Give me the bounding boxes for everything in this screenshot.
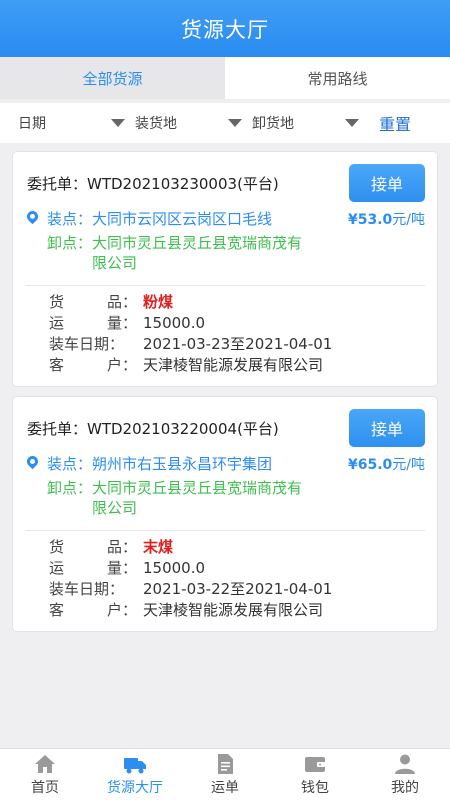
loading-date-key: 装车日期： (49, 335, 125, 353)
quantity-value: 15000.0 (143, 559, 206, 577)
divider (25, 285, 425, 286)
load-point: 装点：朔州市右玉县永昌环宇集团 (47, 455, 273, 473)
price: ¥65.0元/吨 (348, 454, 425, 474)
user-icon (395, 754, 415, 774)
order-number: 委托单：WTD202103220004(平台) (27, 419, 279, 438)
price: ¥53.0元/吨 (348, 209, 425, 229)
date-filter-label: 日期 (18, 116, 46, 132)
quantity-row: 运 量： 15000.0 (25, 313, 425, 334)
filter-bar: 日期 装货地 卸货地 重置 (0, 103, 450, 143)
wallet-icon (305, 756, 325, 772)
order-list: 委托单：WTD202103230003(平台) 接单 装点：大同市云冈区云岗区口… (0, 143, 450, 632)
unload-point: 卸点： 大同市灵丘县灵丘县宽瑞商茂有限公司 (47, 233, 425, 273)
price-value: ¥65.0 (347, 457, 393, 473)
location-pin-icon (24, 453, 41, 470)
source-tabs: 全部货源 常用路线 (0, 57, 450, 99)
load-place-filter-label: 装货地 (135, 116, 177, 132)
customer-row: 客 户： 天津棱智能源发展有限公司 (25, 355, 425, 376)
tabbar-cargo-hall[interactable]: 货源大厅 (90, 749, 180, 800)
customer-value: 天津棱智能源发展有限公司 (143, 356, 324, 374)
goods-value: 粉煤 (143, 293, 174, 311)
customer-row: 客 户： 天津棱智能源发展有限公司 (25, 600, 425, 621)
date-filter[interactable]: 日期 (18, 113, 135, 133)
goods-key-2: 品： (106, 538, 137, 556)
goods-value: 末煤 (143, 538, 174, 556)
goods-row: 货 品： 粉煤 (25, 292, 425, 313)
customer-key-1: 客 (49, 356, 65, 374)
document-icon (218, 753, 233, 774)
price-unit: 元/吨 (392, 212, 425, 228)
tab-common-routes[interactable]: 常用路线 (225, 57, 450, 99)
loading-date-key: 装车日期： (49, 580, 125, 598)
route-info: 装点：大同市云冈区云岗区口毛线 ¥53.0元/吨 卸点： 大同市灵丘县灵丘县宽瑞… (24, 208, 425, 273)
tabbar-waybill[interactable]: 运单 (180, 749, 270, 800)
quantity-row: 运 量： 15000.0 (25, 558, 425, 579)
goods-row: 货 品： 末煤 (25, 537, 425, 558)
truck-icon (124, 757, 146, 773)
qty-key-1: 运 (49, 559, 65, 577)
customer-value: 天津棱智能源发展有限公司 (143, 601, 324, 619)
price-unit: 元/吨 (392, 457, 425, 473)
dropdown-arrow-icon (111, 119, 125, 127)
quantity-value: 15000.0 (143, 314, 206, 332)
loading-date-row: 装车日期： 2021-03-22至2021-04-01 (25, 579, 425, 600)
accept-order-button[interactable]: 接单 (349, 409, 425, 447)
bottom-tab-bar: 首页 货源大厅 运单 钱包 我的 (0, 748, 450, 800)
dropdown-arrow-icon (228, 119, 242, 127)
tabbar-mine[interactable]: 我的 (360, 749, 450, 800)
tabbar-home-label: 首页 (31, 779, 59, 796)
unload-place-filter[interactable]: 卸货地 (252, 113, 369, 133)
unload-label: 卸点： (47, 234, 93, 252)
customer-key-2: 户： (106, 601, 137, 619)
loading-date-value: 2021-03-22至2021-04-01 (143, 580, 333, 598)
accept-order-button[interactable]: 接单 (349, 164, 425, 202)
tabbar-wallet-label: 钱包 (301, 779, 329, 796)
tabbar-waybill-label: 运单 (211, 779, 239, 796)
qty-key-2: 量： (106, 559, 137, 577)
unload-address: 大同市灵丘县灵丘县宽瑞商茂有限公司 (92, 479, 303, 517)
home-icon (35, 754, 55, 773)
reset-button[interactable]: 重置 (379, 111, 411, 135)
tabbar-home[interactable]: 首页 (0, 749, 90, 800)
qty-key-1: 运 (49, 314, 65, 332)
order-number: 委托单：WTD202103230003(平台) (27, 174, 279, 193)
tabbar-cargo-hall-label: 货源大厅 (107, 779, 163, 796)
goods-key-2: 品： (106, 293, 137, 311)
loading-date-row: 装车日期： 2021-03-23至2021-04-01 (25, 334, 425, 355)
dropdown-arrow-icon (345, 119, 359, 127)
goods-key-1: 货 (49, 293, 65, 311)
unload-point: 卸点： 大同市灵丘县灵丘县宽瑞商茂有限公司 (47, 478, 425, 518)
tab-all-sources[interactable]: 全部货源 (0, 57, 225, 99)
qty-key-2: 量： (106, 314, 137, 332)
unload-address: 大同市灵丘县灵丘县宽瑞商茂有限公司 (92, 234, 303, 272)
load-place-filter[interactable]: 装货地 (135, 113, 252, 133)
unload-place-filter-label: 卸货地 (252, 116, 294, 132)
route-info: 装点：朔州市右玉县永昌环宇集团 ¥65.0元/吨 卸点： 大同市灵丘县灵丘县宽瑞… (24, 453, 425, 518)
tabbar-wallet[interactable]: 钱包 (270, 749, 360, 800)
tabbar-mine-label: 我的 (391, 779, 419, 796)
divider (25, 530, 425, 531)
page-title: 货源大厅 (181, 17, 269, 42)
location-pin-icon (24, 208, 41, 225)
app-header: 货源大厅 (0, 0, 450, 57)
price-value: ¥53.0 (347, 212, 393, 228)
load-point: 装点：大同市云冈区云岗区口毛线 (47, 210, 273, 228)
goods-key-1: 货 (49, 538, 65, 556)
order-card[interactable]: 委托单：WTD202103230003(平台) 接单 装点：大同市云冈区云岗区口… (12, 151, 438, 387)
unload-label: 卸点： (47, 479, 93, 497)
customer-key-1: 客 (49, 601, 65, 619)
order-card[interactable]: 委托单：WTD202103220004(平台) 接单 装点：朔州市右玉县永昌环宇… (12, 396, 438, 632)
customer-key-2: 户： (106, 356, 137, 374)
loading-date-value: 2021-03-23至2021-04-01 (143, 335, 333, 353)
